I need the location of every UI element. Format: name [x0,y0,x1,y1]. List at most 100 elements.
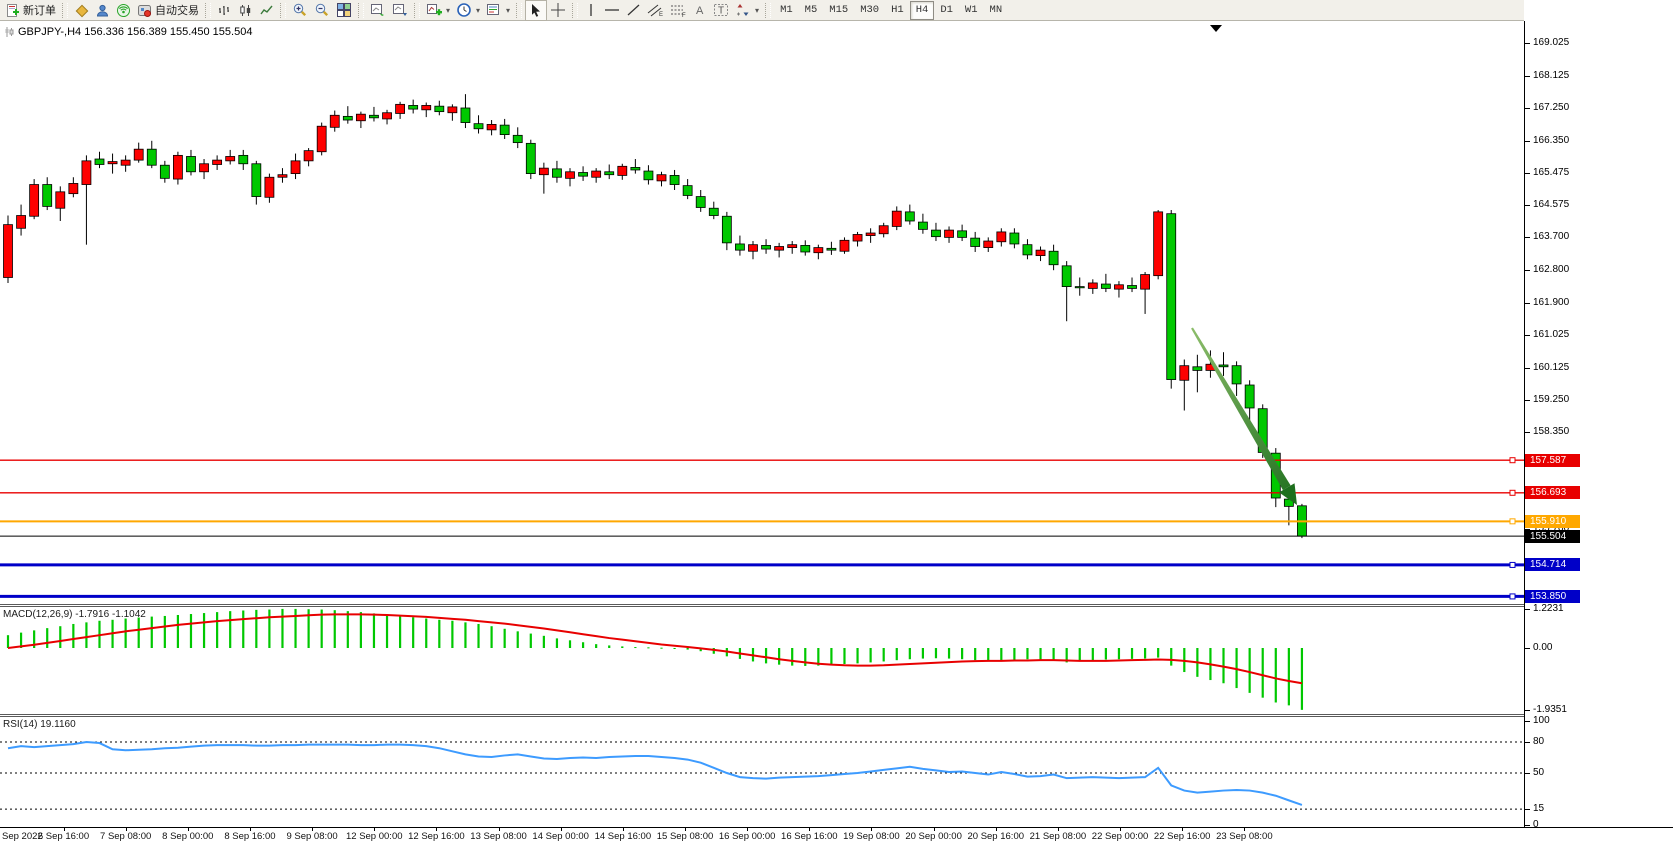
candle-bear [1075,287,1084,288]
candle-bear [369,115,378,118]
candle-bear [435,106,444,111]
equidistant-channel-button[interactable]: E [644,1,667,20]
time-axis-label: 12 Sep 16:00 [408,831,465,842]
macd-histogram-bar [543,636,545,648]
toolbar: 新订单 自动交易 [0,0,1673,21]
time-axis-label: 16 Sep 16:00 [781,831,838,842]
macd-histogram-bar [399,616,401,648]
macd-histogram-bar [1157,648,1159,658]
time-axis[interactable]: Sep 20226 Sep 16:007 Sep 08:008 Sep 00:0… [0,827,1673,843]
candle-bull [69,183,78,193]
text-label-button[interactable]: T [710,1,732,20]
timeframe-h4[interactable]: H4 [910,1,935,20]
linechart-mode-button[interactable] [256,1,277,20]
candle-bull [226,156,235,160]
horizontal-line-button[interactable] [601,1,623,20]
macd-histogram-bar [46,628,48,648]
candle-bull [618,166,627,175]
timeframe-m1[interactable]: M1 [774,1,799,20]
barchart-mode-button[interactable] [214,1,235,20]
candle-bear [43,185,52,207]
macd-histogram-bar [425,619,427,648]
macd-histogram-bar [1301,648,1303,710]
price-pane[interactable] [0,21,1524,604]
market-watch-button[interactable] [71,1,92,20]
symbol-ohlc-text: GBPJPY-,H4 156.336 156.389 155.450 155.5… [18,26,252,38]
templates-button[interactable]: ▾ [483,1,513,20]
time-axis-label: 9 Sep 08:00 [286,831,337,842]
trend-arrow-shaft[interactable] [1191,327,1291,490]
toolbar-grip [572,3,578,18]
cursor-icon [529,3,543,17]
macd-histogram-bar [647,647,649,648]
time-axis-tick [1058,828,1059,831]
macd-tick-label: 1.2231 [1533,603,1564,615]
chevron-down-icon: ▾ [476,6,480,15]
candle-bear [409,105,418,109]
rsi-pane[interactable] [0,717,1524,827]
macd-histogram-bar [569,640,571,648]
candle-bull [200,164,209,172]
timeframe-mn[interactable]: MN [984,1,1009,20]
price-axis[interactable]: 169.025168.125167.250166.350165.475164.5… [1524,0,1673,843]
tile-windows-button[interactable] [333,1,355,20]
zoom-in-button[interactable] [289,1,311,20]
autotrading-button[interactable]: 自动交易 [134,1,202,20]
price-tick-label: 167.250 [1533,102,1569,114]
macd-histogram-bar [974,648,976,660]
chart-header: GBPJPY-,H4 156.336 156.389 155.450 155.5… [4,26,252,38]
candle-bear [1062,266,1071,287]
candlestick-chart-icon [238,3,253,18]
line-handle[interactable] [1510,458,1515,463]
new-order-label: 新订单 [23,2,56,18]
indicators-button[interactable]: ▾ [423,1,453,20]
new-order-button[interactable]: 新订单 [2,1,59,20]
chart-shift-button[interactable] [389,1,411,20]
timeframe-d1[interactable]: D1 [934,1,959,20]
time-axis-tick [250,828,251,831]
axis-tick-mark [1525,710,1530,711]
timeframe-w1[interactable]: W1 [959,1,984,20]
trendline-button[interactable] [623,1,644,20]
candle-bull [330,115,339,127]
macd-histogram-bar [517,631,519,648]
macd-label: MACD(12,26,9) -1.7916 -1.1042 [3,609,146,620]
candle-bear [1245,385,1254,408]
svg-text:E: E [659,12,663,18]
candle-bull [291,161,300,174]
macd-pane[interactable] [0,607,1524,714]
contacts-button[interactable] [92,1,113,20]
timeframe-m5[interactable]: M5 [799,1,824,20]
macd-histogram-bar [1039,648,1041,660]
crosshair-button[interactable] [547,1,569,20]
time-axis-label: 12 Sep 00:00 [346,831,403,842]
rsi-tick-label: 50 [1533,767,1544,779]
toolbar-grip [62,3,68,18]
timeframe-m15[interactable]: M15 [823,1,854,20]
line-handle[interactable] [1510,562,1515,567]
timeframe-m30[interactable]: M30 [854,1,885,20]
line-handle[interactable] [1510,519,1515,524]
cursor-button[interactable] [525,0,547,21]
macd-histogram-bar [242,611,244,648]
fibonacci-button[interactable]: F [667,1,690,20]
timeframe-h1[interactable]: H1 [885,1,910,20]
time-axis-tick [374,828,375,831]
chart-profile-button[interactable] [367,1,389,20]
shapes-button[interactable]: ▾ [732,1,762,20]
time-axis-tick [747,828,748,831]
candle-bull [396,104,405,113]
line-handle[interactable] [1510,594,1515,599]
zoom-out-button[interactable] [311,1,333,20]
candlestick-mode-button[interactable] [235,1,256,20]
macd-histogram-bar [660,648,662,649]
line-handle[interactable] [1510,490,1515,495]
vertical-line-button[interactable] [581,1,601,20]
candle-bull [82,161,91,185]
signals-button[interactable] [113,1,134,20]
text-button[interactable]: A [690,1,710,20]
macd-histogram-bar [190,614,192,648]
candle-bear [735,244,744,250]
periods-button[interactable]: ▾ [453,1,483,20]
axis-tick-mark [1525,43,1530,44]
